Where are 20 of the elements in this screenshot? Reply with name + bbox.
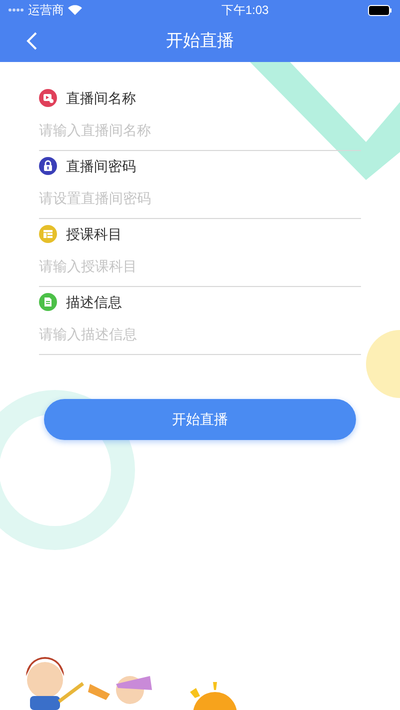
field-label: 描述信息 xyxy=(66,292,122,312)
field-label: 直播间密码 xyxy=(66,156,136,176)
start-live-button[interactable]: 开始直播 xyxy=(44,399,356,440)
lock-icon xyxy=(39,157,57,175)
battery-icon xyxy=(368,4,392,16)
status-time: 下午1:03 xyxy=(221,2,269,19)
input-field[interactable]: 请设置直播间密码 xyxy=(39,178,361,218)
page-title: 开始直播 xyxy=(166,30,234,52)
video-icon xyxy=(39,89,57,107)
field-label: 直播间名称 xyxy=(66,88,136,108)
signal-icon xyxy=(8,8,24,12)
input-field[interactable]: 请输入直播间名称 xyxy=(39,110,361,150)
field-label: 授课科目 xyxy=(66,224,122,244)
wifi-icon xyxy=(68,5,82,15)
input-field[interactable]: 请输入授课科目 xyxy=(39,246,361,286)
carrier-name: 运营商 xyxy=(28,2,64,19)
input-field[interactable]: 请输入描述信息 xyxy=(39,314,361,354)
list-icon xyxy=(39,225,57,243)
document-icon xyxy=(39,293,57,311)
back-icon xyxy=(26,31,38,51)
